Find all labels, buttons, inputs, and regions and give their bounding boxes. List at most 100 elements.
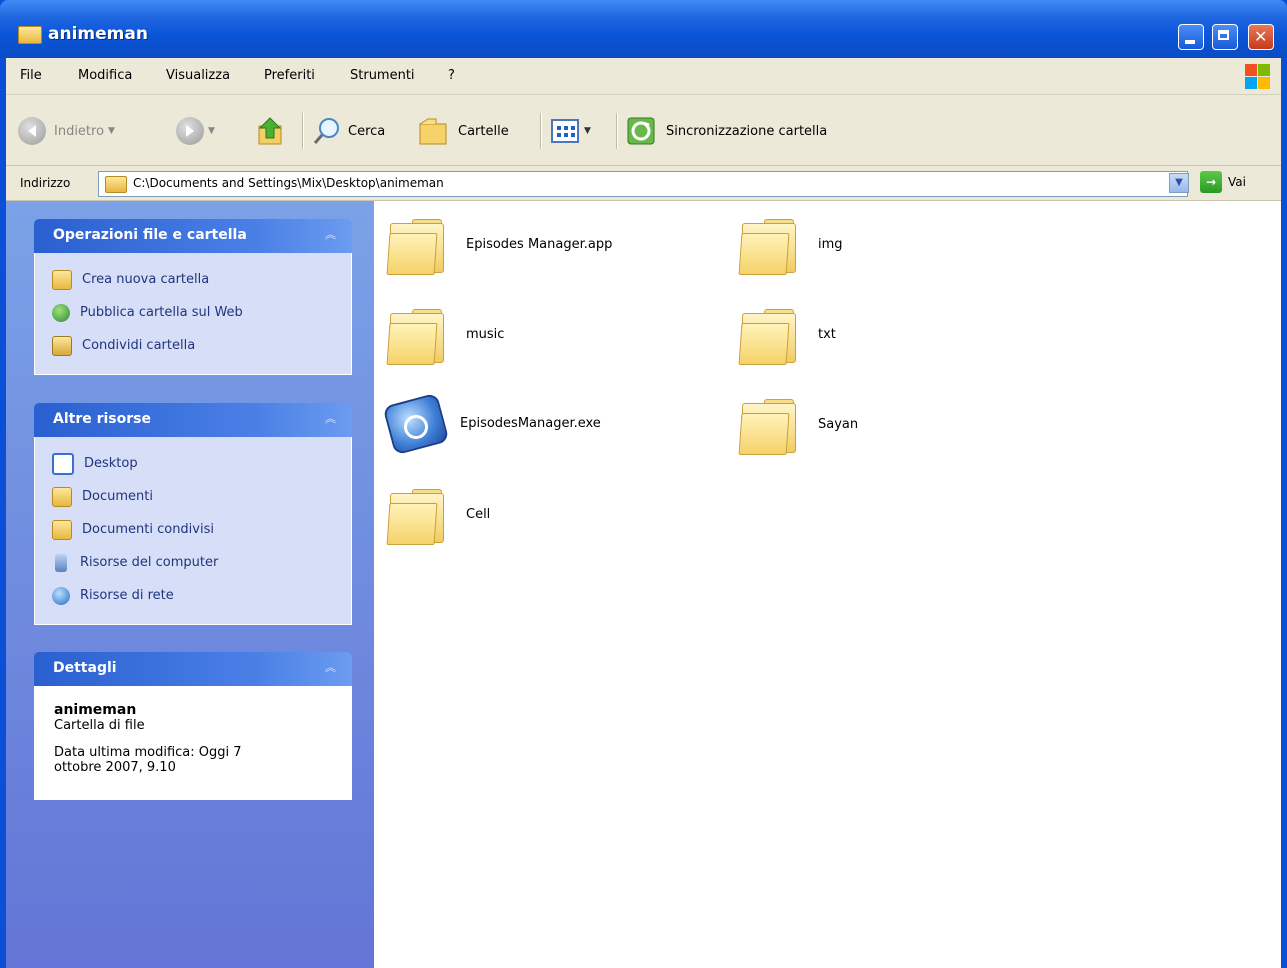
windows-logo-icon	[1243, 62, 1271, 90]
file-item[interactable]: Sayan	[738, 395, 859, 455]
folders-icon	[419, 118, 447, 145]
folder-icon	[386, 485, 444, 545]
task-label: Desktop	[84, 456, 138, 471]
details-header[interactable]: Dettagli ︽	[34, 652, 352, 686]
title-bar[interactable]: animeman	[0, 0, 1287, 58]
folder-icon	[738, 395, 796, 455]
link-desktop[interactable]: Desktop	[35, 447, 351, 480]
panel-title: Operazioni file e cartella	[53, 227, 247, 243]
other-places-body: Desktop Documenti Documenti condivisi Ri…	[34, 437, 352, 625]
application-icon	[382, 391, 450, 456]
search-button[interactable]: Cerca	[312, 115, 385, 147]
address-input[interactable]: C:\Documents and Settings\Mix\Desktop\an…	[98, 171, 1188, 197]
up-folder-icon	[258, 117, 282, 145]
collapse-chevron-icon[interactable]: ︽	[325, 659, 336, 675]
file-item[interactable]: Episodes Manager.app	[386, 215, 613, 275]
file-name: EpisodesManager.exe	[460, 415, 601, 431]
address-dropdown-button[interactable]: ▼	[1169, 173, 1189, 193]
view-grid-icon	[551, 119, 579, 143]
details-panel: Dettagli ︽ animeman Cartella di file Dat…	[34, 652, 352, 800]
file-item[interactable]: img	[738, 215, 843, 275]
search-icon	[313, 118, 339, 144]
task-new-folder[interactable]: Crea nuova cartella	[35, 263, 351, 296]
new-folder-icon	[52, 269, 72, 290]
window-title: animeman	[48, 24, 148, 44]
chevron-down-icon[interactable]: ▼	[108, 126, 115, 136]
address-bar: Indirizzo C:\Documents and Settings\Mix\…	[6, 166, 1281, 201]
file-operations-header[interactable]: Operazioni file e cartella ︽	[34, 219, 352, 253]
file-item[interactable]: EpisodesManager.exe	[382, 391, 601, 456]
other-places-header[interactable]: Altre risorse ︽	[34, 403, 352, 437]
folder-icon	[18, 26, 42, 44]
file-list: Episodes Manager.app img music txt Episo…	[374, 201, 1281, 968]
address-label: Indirizzo	[20, 176, 71, 190]
collapse-chevron-icon[interactable]: ︽	[325, 410, 336, 426]
sync-folder-button[interactable]: Sincronizzazione cartella	[626, 115, 827, 147]
task-label: Condividi cartella	[82, 338, 196, 353]
file-item[interactable]: music	[386, 305, 505, 365]
file-item[interactable]: Cell	[386, 485, 491, 545]
file-name: music	[466, 326, 505, 342]
back-button[interactable]: Indietro ▼	[18, 115, 115, 147]
file-name: txt	[818, 326, 836, 342]
file-name: Cell	[466, 506, 491, 522]
task-label: Risorse del computer	[80, 555, 219, 570]
link-documents[interactable]: Documenti	[35, 480, 351, 513]
back-arrow-icon	[18, 117, 46, 145]
file-item[interactable]: txt	[738, 305, 836, 365]
task-publish-web[interactable]: Pubblica cartella sul Web	[35, 296, 351, 329]
folder-icon	[386, 215, 444, 275]
shared-folder-icon	[52, 519, 72, 540]
search-label: Cerca	[348, 123, 386, 139]
menu-help[interactable]: ?	[448, 68, 455, 83]
file-name: img	[818, 236, 843, 252]
task-label: Pubblica cartella sul Web	[80, 305, 243, 320]
task-label: Risorse di rete	[80, 588, 174, 603]
globe-icon	[52, 303, 70, 322]
maximize-button[interactable]	[1212, 24, 1238, 50]
toolbar-separator	[302, 113, 304, 149]
chevron-down-icon[interactable]: ▼	[208, 126, 215, 136]
forward-button[interactable]: ▼	[176, 115, 215, 147]
file-name: Sayan	[818, 416, 859, 432]
link-shared-documents[interactable]: Documenti condivisi	[35, 513, 351, 546]
sync-label: Sincronizzazione cartella	[666, 123, 828, 139]
menu-strumenti[interactable]: Strumenti	[350, 68, 415, 83]
menu-preferiti[interactable]: Preferiti	[264, 68, 315, 83]
close-button[interactable]	[1248, 24, 1274, 50]
go-button[interactable]: → Vai	[1200, 171, 1246, 193]
folders-button[interactable]: Cartelle	[418, 115, 509, 147]
file-operations-body: Crea nuova cartella Pubblica cartella su…	[34, 253, 352, 375]
go-arrow-icon: →	[1200, 171, 1222, 193]
toolbar: Indietro ▼ ▼ Cerca Cartelle ▼ Sincronizz…	[6, 95, 1281, 166]
folder-icon	[105, 176, 127, 193]
up-folder-button[interactable]	[256, 115, 286, 147]
file-name: Episodes Manager.app	[466, 236, 613, 252]
explorer-window: animeman File Modifica Visualizza Prefer…	[0, 0, 1287, 968]
forward-arrow-icon	[176, 117, 204, 145]
details-body: animeman Cartella di file Data ultima mo…	[34, 686, 352, 800]
task-share-folder[interactable]: Condividi cartella	[35, 329, 351, 362]
folder-icon	[738, 305, 796, 365]
go-label: Vai	[1228, 175, 1246, 189]
views-button[interactable]: ▼	[550, 115, 591, 147]
collapse-chevron-icon[interactable]: ︽	[325, 226, 336, 242]
folder-icon	[738, 215, 796, 275]
menu-visualizza[interactable]: Visualizza	[166, 68, 230, 83]
address-path: C:\Documents and Settings\Mix\Desktop\an…	[133, 176, 444, 190]
panel-title: Altre risorse	[53, 411, 151, 427]
file-operations-panel: Operazioni file e cartella ︽ Crea nuova …	[34, 219, 352, 375]
back-label: Indietro	[54, 123, 105, 139]
chevron-down-icon[interactable]: ▼	[584, 126, 591, 136]
panel-title: Dettagli	[53, 660, 117, 676]
menu-file[interactable]: File	[20, 68, 42, 83]
network-icon	[52, 586, 70, 605]
link-network[interactable]: Risorse di rete	[35, 579, 351, 612]
link-my-computer[interactable]: Risorse del computer	[35, 546, 351, 579]
menu-modifica[interactable]: Modifica	[78, 68, 132, 83]
task-label: Crea nuova cartella	[82, 272, 210, 287]
folder-icon	[386, 305, 444, 365]
toolbar-separator	[540, 113, 542, 149]
desktop-icon	[52, 452, 74, 475]
minimize-button[interactable]	[1178, 24, 1204, 50]
